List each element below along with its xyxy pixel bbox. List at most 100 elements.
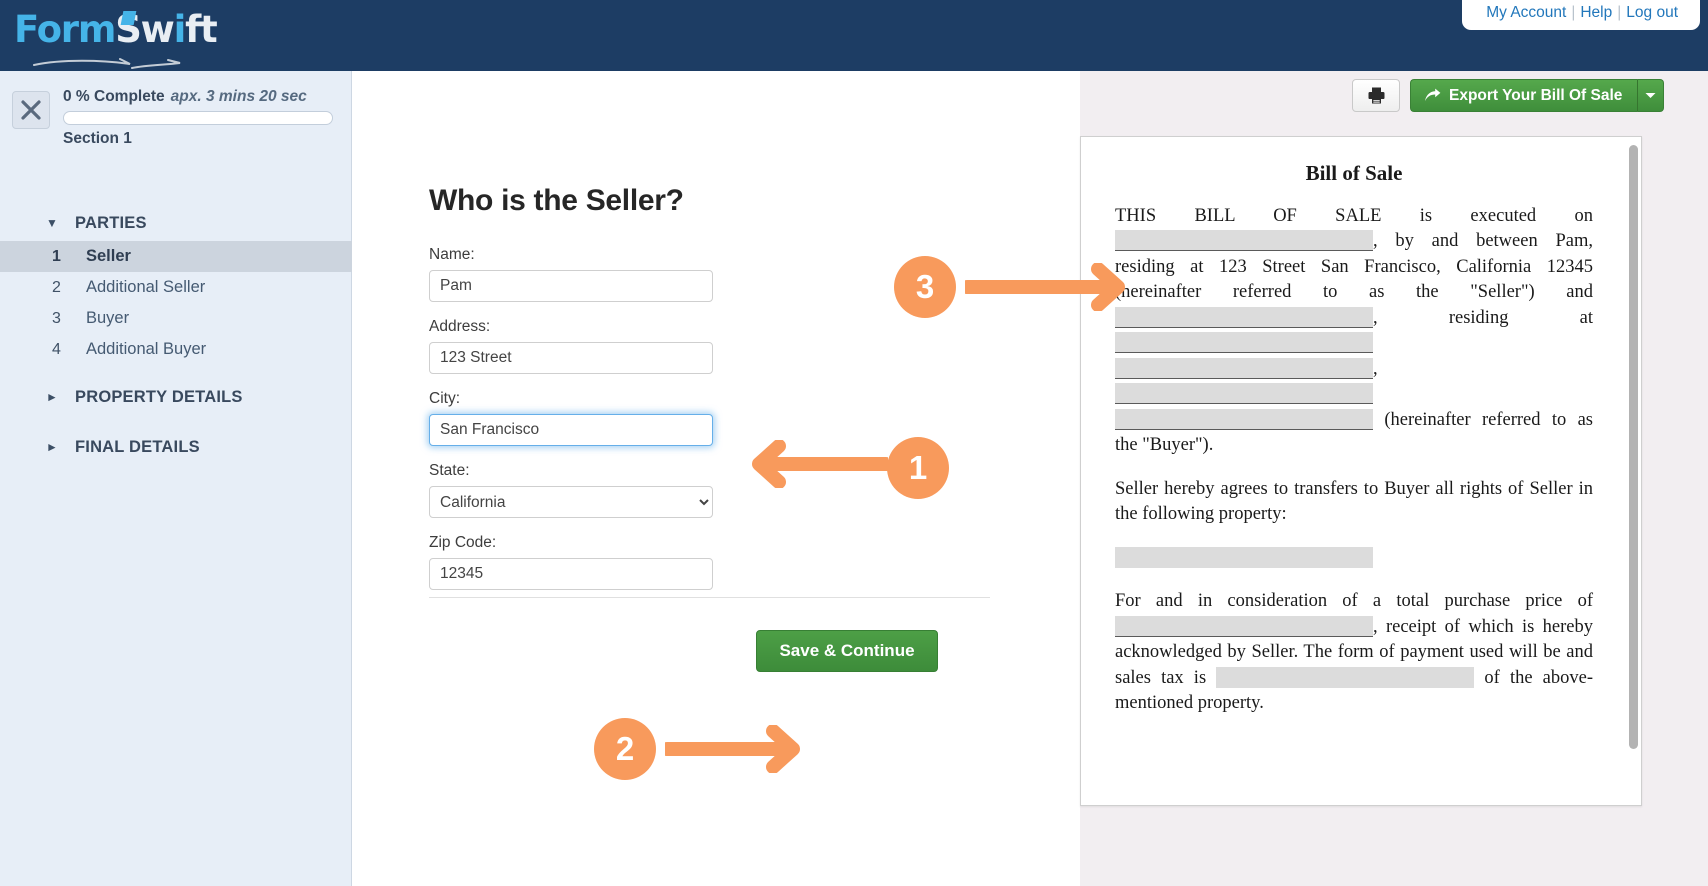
formswift-logo[interactable]: FormSwift xyxy=(14,8,218,69)
sidebar-item-number: 3 xyxy=(52,309,61,327)
doc-blank-date xyxy=(1115,230,1373,251)
export-button-group: Export Your Bill Of Sale xyxy=(1410,79,1665,112)
close-icon xyxy=(21,100,41,120)
annotation-2-badge: 2 xyxy=(594,718,656,780)
address-label: Address: xyxy=(429,318,491,335)
progress-bar xyxy=(63,111,333,125)
arrow-left-icon xyxy=(752,439,893,489)
form-divider xyxy=(429,597,990,598)
section-label: Section 1 xyxy=(63,130,132,147)
name-label: Name: xyxy=(429,246,475,263)
top-header-bar: FormSwift My Account | Help | Log out xyxy=(0,0,1708,71)
sidebar: 0 % Complete apx. 3 mins 20 sec Section 1… xyxy=(0,71,352,886)
doc-blank-buyer-addr2 xyxy=(1115,357,1373,379)
doc-blank-price xyxy=(1115,615,1373,637)
logo-flag-icon xyxy=(120,11,137,25)
nav-separator-2: | xyxy=(1617,4,1622,21)
document-title: Bill of Sale xyxy=(1305,161,1403,185)
document-preview-panel: Export Your Bill Of Sale Bill of Sale TH… xyxy=(1080,71,1708,886)
print-button[interactable] xyxy=(1352,79,1400,112)
doc-blank-sales-tax xyxy=(1216,666,1475,688)
progress-header: 0 % Complete apx. 3 mins 20 sec xyxy=(63,87,333,107)
export-bill-of-sale-button[interactable]: Export Your Bill Of Sale xyxy=(1410,79,1638,112)
chevron-right-icon: ► xyxy=(46,440,58,454)
sidebar-item-additional-buyer[interactable]: 4 Additional Buyer xyxy=(0,334,352,365)
zip-label: Zip Code: xyxy=(429,534,497,551)
doc-text-1d: residing at xyxy=(1448,307,1594,328)
my-account-link[interactable]: My Account xyxy=(1486,4,1566,21)
state-select[interactable]: California xyxy=(429,486,713,518)
sidebar-item-number: 4 xyxy=(52,340,61,358)
logo-text-form: Form xyxy=(14,8,116,51)
field-state: State: California xyxy=(429,462,719,518)
sidebar-item-label: Seller xyxy=(86,247,131,265)
document-paragraph-1: THIS BILL OF SALE is executed on , by an… xyxy=(1115,204,1593,459)
doc-text-1c: , xyxy=(1373,307,1378,328)
city-input[interactable] xyxy=(429,414,713,446)
export-button-label: Export Your Bill Of Sale xyxy=(1449,86,1623,104)
sidebar-group-property-details[interactable]: ► PROPERTY DETAILS xyxy=(0,379,352,415)
annotation-3-arrow xyxy=(960,262,1130,316)
logo-swoosh-icon xyxy=(33,58,181,69)
logout-link[interactable]: Log out xyxy=(1626,4,1678,21)
zip-input[interactable] xyxy=(429,558,713,590)
city-label: City: xyxy=(429,390,460,407)
sidebar-nav-list: ▼ PARTIES 1 Seller 2 Additional Seller 3… xyxy=(0,191,352,465)
share-arrow-icon xyxy=(1425,88,1441,101)
logo-text-ft: ft xyxy=(185,8,218,51)
doc-blank-buyer-addr4 xyxy=(1115,408,1373,430)
help-link[interactable]: Help xyxy=(1580,4,1612,21)
address-input[interactable] xyxy=(429,342,713,374)
save-continue-button[interactable]: Save & Continue xyxy=(756,630,938,672)
annotation-3-badge: 3 xyxy=(894,256,956,318)
bill-of-sale-document: Bill of Sale THIS BILL OF SALE is execut… xyxy=(1081,137,1627,805)
sidebar-item-label: Additional Seller xyxy=(86,278,206,296)
sidebar-item-number: 1 xyxy=(52,247,61,265)
nav-separator-1: | xyxy=(1571,4,1576,21)
doc-blank-buyer-name xyxy=(1115,306,1373,328)
document-paragraph-2: Seller hereby agrees to transfers to Buy… xyxy=(1115,478,1593,525)
doc-text-3a: For and in consideration of a total purc… xyxy=(1115,591,1593,611)
export-dropdown-toggle[interactable] xyxy=(1637,79,1665,112)
sidebar-item-seller[interactable]: 1 Seller xyxy=(0,241,352,272)
annotation-1-badge: 1 xyxy=(887,437,949,499)
seller-form-fields: Name: Address: City: State: California Z… xyxy=(429,246,719,606)
sidebar-item-number: 2 xyxy=(52,278,61,296)
chevron-down-icon xyxy=(1645,93,1656,98)
page-title: Who is the Seller? xyxy=(429,184,684,217)
sidebar-item-buyer[interactable]: 3 Buyer xyxy=(0,303,352,334)
arrow-right-icon xyxy=(960,262,1125,312)
printer-icon xyxy=(1368,87,1384,104)
document-scrollbar[interactable] xyxy=(1629,145,1638,783)
doc-text-1a: THIS BILL OF SALE is executed on xyxy=(1115,205,1593,226)
field-address: Address: xyxy=(429,318,719,374)
app-root: FormSwift My Account | Help | Log out 0 % Co… xyxy=(0,0,1708,886)
sidebar-group-label-final-details: FINAL DETAILS xyxy=(75,437,200,456)
document-scrollbar-thumb[interactable] xyxy=(1629,145,1638,749)
field-name: Name: xyxy=(429,246,719,302)
close-sidebar-button[interactable] xyxy=(12,91,50,129)
sidebar-group-parties[interactable]: ▼ PARTIES xyxy=(0,205,352,241)
state-label: State: xyxy=(429,462,470,479)
document-frame: Bill of Sale THIS BILL OF SALE is execut… xyxy=(1080,136,1642,806)
sidebar-group-final-details[interactable]: ► FINAL DETAILS xyxy=(0,429,352,465)
sidebar-group-label-parties: PARTIES xyxy=(75,213,147,232)
doc-blank-buyer-addr3 xyxy=(1115,383,1373,404)
field-city: City: xyxy=(429,390,719,446)
arrow-right-icon xyxy=(660,724,800,774)
sidebar-item-additional-seller[interactable]: 2 Additional Seller xyxy=(0,272,352,303)
chevron-down-icon: ▼ xyxy=(46,216,58,230)
chevron-right-icon: ► xyxy=(46,390,58,404)
field-zip: Zip Code: xyxy=(429,534,719,590)
doc-text-1e: , xyxy=(1373,358,1378,379)
annotation-1-arrow xyxy=(743,439,893,493)
document-paragraph-3: For and in consideration of a total purc… xyxy=(1115,589,1593,717)
progress-eta-label: apx. 3 mins 20 sec xyxy=(170,88,307,105)
doc-blank-buyer-addr1 xyxy=(1115,332,1373,353)
annotation-2-arrow xyxy=(660,724,805,778)
name-input[interactable] xyxy=(429,270,713,302)
sidebar-item-label: Additional Buyer xyxy=(86,340,207,358)
sidebar-group-label-property-details: PROPERTY DETAILS xyxy=(75,387,243,406)
progress-section: 0 % Complete apx. 3 mins 20 sec Section 1 xyxy=(63,87,333,148)
doc-blank-property xyxy=(1115,546,1373,568)
